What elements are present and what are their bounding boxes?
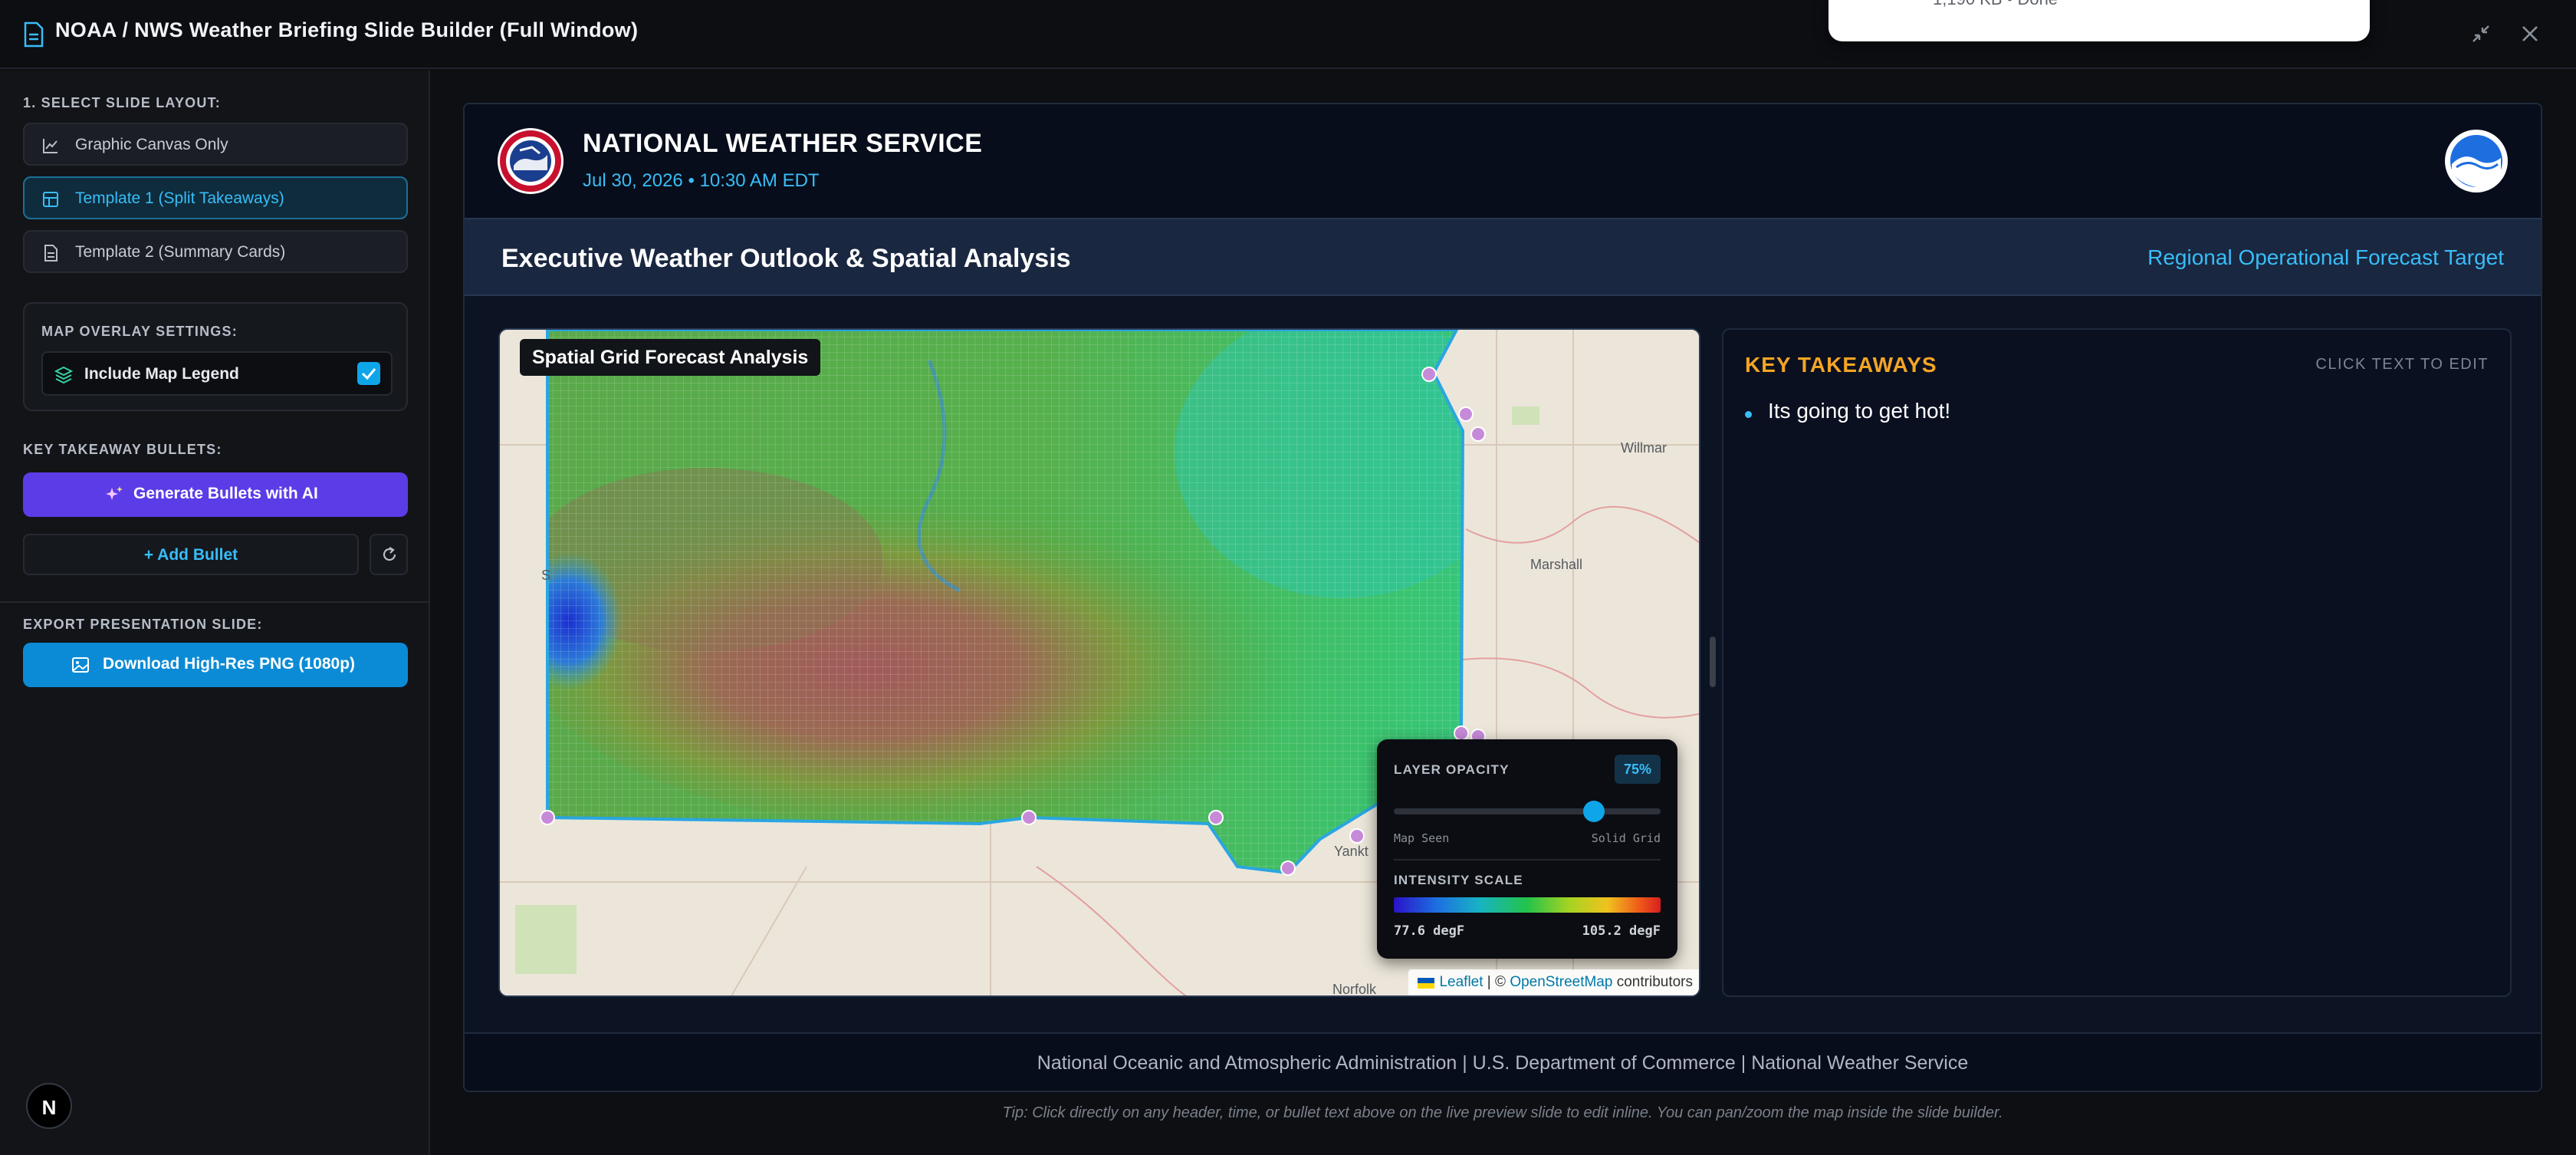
map-attribution: Leaflet | © OpenStreetMap contributors bbox=[1408, 969, 1699, 995]
noaa-logo-icon bbox=[2445, 130, 2508, 192]
check-icon bbox=[361, 368, 376, 380]
include-legend-toggle[interactable]: Include Map Legend bbox=[41, 351, 393, 396]
document-icon bbox=[24, 21, 44, 48]
layer-opacity-card: LAYER OPACITY 75% Map Seen Solid Grid IN… bbox=[1377, 739, 1677, 959]
town-label: Norfolk bbox=[1332, 982, 1377, 997]
slide-header: NATIONAL WEATHER SERVICE Jul 30, 2026 • … bbox=[465, 104, 2541, 218]
slide-timestamp[interactable]: Jul 30, 2026 • 10:30 AM EDT bbox=[583, 170, 820, 192]
opacity-value-badge: 75% bbox=[1615, 755, 1661, 784]
attribution-separator: | © bbox=[1483, 974, 1510, 990]
footer-text: National Oceanic and Atmospheric Adminis… bbox=[1037, 1052, 1969, 1074]
sidebar-divider bbox=[0, 601, 430, 603]
intensity-scale-label: INTENSITY SCALE bbox=[1394, 873, 1523, 887]
layout-label: Template 1 (Split Takeaways) bbox=[75, 189, 284, 207]
document-icon bbox=[44, 245, 58, 262]
layer-opacity-label: LAYER OPACITY bbox=[1394, 762, 1510, 777]
forecast-target[interactable]: Regional Operational Forecast Target bbox=[2147, 245, 2504, 270]
image-icon bbox=[72, 657, 89, 673]
intensity-gradient-bar bbox=[1394, 897, 1661, 913]
attribution-suffix: contributors bbox=[1612, 974, 1693, 990]
layout-label: Template 2 (Summary Cards) bbox=[75, 243, 286, 261]
opacity-slider-thumb[interactable] bbox=[1583, 801, 1605, 822]
framework-badge-letter: N bbox=[41, 1096, 57, 1119]
export-section-label: EXPORT PRESENTATION SLIDE: bbox=[23, 617, 263, 632]
takeaways-title: KEY TAKEAWAYS bbox=[1745, 353, 1937, 377]
town-label: Willmar bbox=[1621, 440, 1667, 456]
download-popup[interactable]: 1,190 KB • Done bbox=[1829, 0, 2370, 41]
map-badge-label: Spatial Grid Forecast Analysis bbox=[532, 347, 809, 368]
add-bullet-button[interactable]: + Add Bullet bbox=[23, 534, 359, 575]
layout-graphic-canvas-button[interactable]: Graphic Canvas Only bbox=[23, 123, 408, 166]
window-title: NOAA / NWS Weather Briefing Slide Builde… bbox=[55, 18, 639, 41]
minimize-icon[interactable] bbox=[2466, 18, 2496, 49]
layout-icon bbox=[43, 192, 58, 207]
map-overlay-label: MAP OVERLAY SETTINGS: bbox=[41, 324, 238, 339]
bullets-section-label: KEY TAKEAWAY BULLETS: bbox=[23, 442, 222, 457]
sidebar: 1. SELECT SLIDE LAYOUT: Graphic Canvas O… bbox=[0, 71, 430, 1155]
slide-title[interactable]: Executive Weather Outlook & Spatial Anal… bbox=[501, 244, 1071, 274]
map-overlay-settings: MAP OVERLAY SETTINGS: Include Map Legend bbox=[23, 302, 408, 411]
download-png-label: Download High-Res PNG (1080p) bbox=[103, 655, 356, 673]
takeaway-bullet[interactable]: Its going to get hot! bbox=[1768, 399, 1950, 423]
edit-hint: CLICK TEXT TO EDIT bbox=[2315, 356, 2489, 373]
title-bar: NOAA / NWS Weather Briefing Slide Builde… bbox=[0, 0, 2576, 69]
split-resize-handle[interactable] bbox=[1710, 637, 1716, 687]
generate-bullets-button[interactable]: Generate Bullets with AI bbox=[23, 472, 408, 517]
download-status: 1,190 KB • Done bbox=[1933, 0, 2058, 9]
legend-checkbox[interactable] bbox=[357, 362, 380, 385]
slide-title-band: Executive Weather Outlook & Spatial Anal… bbox=[465, 218, 2541, 296]
sparkles-icon bbox=[106, 486, 123, 500]
chart-line-icon bbox=[43, 139, 58, 153]
card-divider bbox=[1394, 859, 1661, 860]
opacity-slider-track[interactable] bbox=[1394, 808, 1661, 814]
key-takeaways-panel: KEY TAKEAWAYS CLICK TEXT TO EDIT Its goi… bbox=[1722, 328, 2512, 997]
tip-text: Tip: Click directly on any header, time,… bbox=[1002, 1104, 2003, 1121]
layout-section-label: 1. SELECT SLIDE LAYOUT: bbox=[23, 95, 221, 110]
leaflet-link[interactable]: Leaflet bbox=[1439, 974, 1483, 990]
slide-footer: National Oceanic and Atmospheric Adminis… bbox=[465, 1032, 2541, 1091]
nws-logo-icon bbox=[498, 128, 564, 194]
generate-bullets-label: Generate Bullets with AI bbox=[133, 485, 318, 502]
town-label: Yankt bbox=[1334, 844, 1368, 859]
bullet-marker bbox=[1745, 411, 1752, 418]
organization-name[interactable]: NATIONAL WEATHER SERVICE bbox=[583, 129, 982, 159]
layout-template-2-button[interactable]: Template 2 (Summary Cards) bbox=[23, 230, 408, 273]
reset-bullets-button[interactable] bbox=[370, 534, 408, 575]
download-png-button[interactable]: Download High-Res PNG (1080p) bbox=[23, 643, 408, 687]
town-label: S bbox=[541, 568, 551, 583]
opacity-max-label: Solid Grid bbox=[1591, 831, 1661, 845]
town-label: Marshall bbox=[1530, 557, 1583, 572]
map-badge: Spatial Grid Forecast Analysis bbox=[520, 339, 821, 376]
scale-min-value: 77.6 degF bbox=[1394, 923, 1465, 939]
layers-icon bbox=[54, 366, 74, 384]
opacity-min-label: Map Seen bbox=[1394, 831, 1450, 845]
scale-max-value: 105.2 degF bbox=[1582, 923, 1661, 939]
slide-preview: NATIONAL WEATHER SERVICE Jul 30, 2026 • … bbox=[463, 103, 2542, 1092]
layout-label: Graphic Canvas Only bbox=[75, 136, 228, 153]
osm-link[interactable]: OpenStreetMap bbox=[1510, 974, 1612, 990]
legend-toggle-label: Include Map Legend bbox=[84, 365, 239, 383]
refresh-icon bbox=[383, 547, 396, 561]
layout-template-1-button[interactable]: Template 1 (Split Takeaways) bbox=[23, 176, 408, 219]
ukraine-flag-icon bbox=[1418, 978, 1435, 989]
framework-badge[interactable]: N bbox=[26, 1083, 72, 1129]
add-bullet-label: + Add Bullet bbox=[143, 546, 238, 564]
forecast-map[interactable]: Spatial Grid Forecast Analysis Willmar M… bbox=[498, 328, 1700, 997]
close-icon[interactable] bbox=[2515, 18, 2545, 49]
